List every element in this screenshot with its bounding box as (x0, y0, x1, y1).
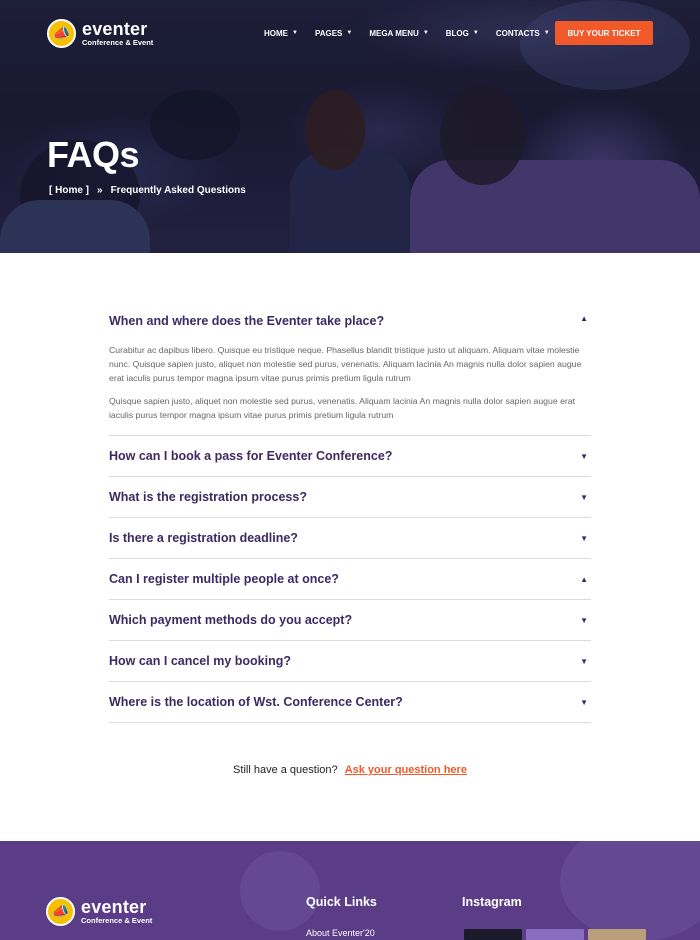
faq-question-toggle[interactable]: How can I cancel my booking? ▼ (109, 641, 591, 681)
instagram-thumbnail[interactable] (588, 929, 646, 940)
chevron-up-icon: ▲ (580, 574, 588, 584)
nav-item-home[interactable]: HOME ▼ (264, 21, 298, 45)
faq-answer-paragraph: Quisque sapien justo, aliquet non molest… (109, 396, 576, 420)
caret-down-icon: ▼ (292, 30, 298, 36)
nav-item-contacts[interactable]: CONTACTS ▼ (496, 21, 550, 45)
faq-question-toggle[interactable]: Can I register multiple people at once? … (109, 559, 591, 599)
caret-down-icon: ▼ (422, 30, 429, 36)
quick-links-title: Quick Links (306, 895, 377, 909)
instagram-thumbnail[interactable] (526, 929, 584, 940)
ask-question-link[interactable]: Ask your question here (345, 764, 467, 776)
footer-logo[interactable]: 📣 eventer Conference & Event (46, 897, 152, 926)
faq-question: Can I register multiple people at once? (109, 572, 339, 586)
instagram-title: Instagram (462, 895, 522, 909)
nav-item-mega-menu[interactable]: MEGA MENU ▼ (369, 21, 428, 45)
faq-question: When and where does the Eventer take pla… (109, 314, 385, 328)
footer-link-about[interactable]: About Eventer'20 (306, 928, 375, 938)
faq-question-toggle[interactable]: Where is the location of Wst. Conference… (109, 682, 591, 722)
faq-question: What is the registration process? (109, 490, 307, 504)
faq-question: Where is the location of Wst. Conference… (109, 695, 403, 709)
main-nav: HOME ▼ PAGES ▼ MEGA MENU ▼ BLOG ▼ CONTACTS ▼ (264, 21, 567, 45)
faq-item: How can I cancel my booking? ▼ (109, 641, 591, 682)
faq-item: Is there a registration deadline? ▼ (109, 518, 591, 559)
megaphone-icon: 📣 (47, 19, 76, 48)
megaphone-icon: 📣 (46, 897, 75, 926)
buy-ticket-button[interactable]: BUY YOUR TICKET (555, 21, 653, 45)
faq-item: How can I book a pass for Eventer Confer… (109, 436, 591, 477)
chevron-down-icon: ▼ (580, 615, 588, 625)
faq-accordion: When and where does the Eventer take pla… (109, 314, 591, 723)
faq-answer: Curabitur ac dapibus libero. Quisque eu … (109, 342, 591, 435)
breadcrumb: [ Home ] » Frequently Asked Questions (49, 185, 246, 196)
chevron-down-icon: ▼ (580, 656, 588, 666)
faq-question-toggle[interactable]: How can I book a pass for Eventer Confer… (109, 436, 591, 476)
faq-question-toggle[interactable]: What is the registration process? ▼ (109, 477, 591, 517)
caret-down-icon: ▼ (346, 30, 353, 36)
faq-item: Where is the location of Wst. Conference… (109, 682, 591, 723)
faq-question: How can I cancel my booking? (109, 654, 291, 668)
breadcrumb-current: Frequently Asked Questions (110, 185, 246, 196)
brand-tagline: Conference & Event (81, 916, 153, 926)
breadcrumb-separator: » (97, 185, 103, 196)
faq-item: Can I register multiple people at once? … (109, 559, 591, 600)
faq-question-toggle[interactable]: When and where does the Eventer take pla… (109, 314, 591, 342)
chevron-down-icon: ▼ (580, 451, 588, 461)
faq-question-toggle[interactable]: Is there a registration deadline? ▼ (109, 518, 591, 558)
chevron-up-icon: ▲ (580, 314, 588, 323)
help-prompt: Still have a question? Ask your question… (0, 764, 700, 776)
chevron-down-icon: ▼ (580, 697, 588, 707)
caret-down-icon: ▼ (472, 30, 479, 36)
brand-logo[interactable]: 📣 eventer Conference & Event (47, 19, 153, 48)
brand-name: eventer (82, 19, 148, 40)
faq-question-toggle[interactable]: Which payment methods do you accept? ▼ (109, 600, 591, 640)
faq-question: How can I book a pass for Eventer Confer… (109, 449, 393, 463)
chevron-down-icon: ▼ (580, 492, 588, 502)
caret-down-icon: ▼ (543, 30, 550, 36)
instagram-thumbnail[interactable] (464, 929, 522, 940)
faq-item: When and where does the Eventer take pla… (109, 314, 591, 436)
faq-item: Which payment methods do you accept? ▼ (109, 600, 591, 641)
nav-item-blog[interactable]: BLOG ▼ (446, 21, 479, 45)
faq-question: Which payment methods do you accept? (109, 613, 353, 627)
faq-answer-paragraph: Curabitur ac dapibus libero. Quisque eu … (109, 345, 582, 383)
chevron-down-icon: ▼ (580, 533, 588, 543)
nav-item-pages[interactable]: PAGES ▼ (315, 21, 352, 45)
help-prompt-text: Still have a question? (233, 764, 338, 776)
breadcrumb-home-link[interactable]: [ Home ] (49, 185, 89, 196)
faq-item: What is the registration process? ▼ (109, 477, 591, 518)
faq-question: Is there a registration deadline? (109, 531, 298, 545)
brand-tagline: Conference & Event (82, 38, 154, 48)
page-title: FAQs (47, 134, 140, 175)
brand-name: eventer (81, 897, 147, 918)
